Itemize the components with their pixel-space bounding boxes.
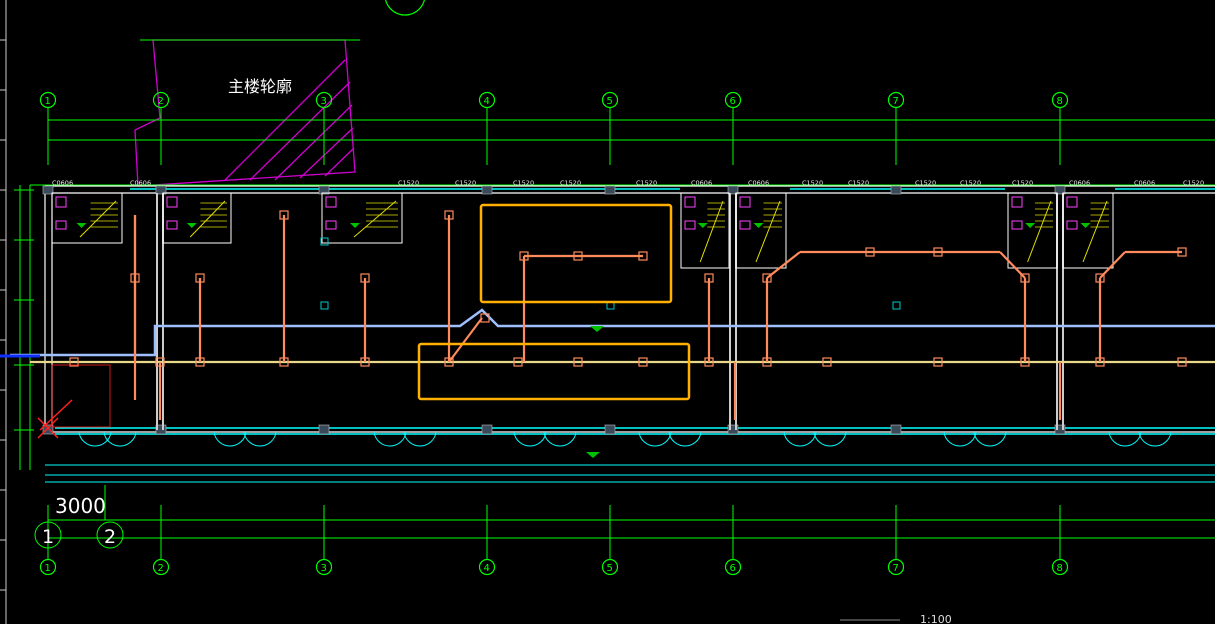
scale-label: 1:100: [920, 613, 952, 624]
overlay-axis-2: 2: [104, 526, 116, 548]
window-label: C1520: [1012, 179, 1033, 187]
window-label: C1520: [636, 179, 657, 187]
window-label: C1520: [848, 179, 869, 187]
overlay-dimension: 3000: [55, 494, 106, 518]
column-bottom: [318, 424, 330, 435]
axis-label-top: 5: [607, 96, 613, 107]
axis-label-top: 4: [484, 96, 490, 107]
column-bottom: [890, 424, 902, 435]
axis-label-top: 1: [45, 96, 51, 107]
overlay-axis-1: 1: [42, 526, 54, 548]
axis-label-top: 8: [1057, 96, 1063, 107]
window-label: C0606: [52, 179, 73, 187]
column-top: [890, 185, 902, 195]
axis-label-top: 6: [730, 96, 736, 107]
axis-label-bottom: 6: [730, 563, 736, 574]
axis-label-top: 2: [158, 96, 164, 107]
window-label: C0606: [130, 179, 151, 187]
column-bottom: [604, 424, 616, 435]
axis-label-top: 3: [321, 96, 327, 107]
axis-label-bottom: 1: [45, 563, 51, 574]
column-top: [481, 185, 493, 195]
window-label: C1520: [915, 179, 936, 187]
window-label: C1520: [455, 179, 476, 187]
window-label: C0606: [1134, 179, 1155, 187]
window-label: C1520: [513, 179, 534, 187]
column-bottom: [481, 424, 493, 435]
axis-label-bottom: 4: [484, 563, 490, 574]
window-label: C0606: [748, 179, 769, 187]
axis-label-bottom: 8: [1057, 563, 1063, 574]
window-label: C0606: [691, 179, 712, 187]
window-label: C1520: [960, 179, 981, 187]
window-label: C1520: [802, 179, 823, 187]
column-top: [604, 185, 616, 195]
axis-label-bottom: 7: [893, 563, 899, 574]
window-label: C1520: [398, 179, 419, 187]
axis-label-bottom: 5: [607, 563, 613, 574]
axis-label-bottom: 2: [158, 563, 164, 574]
window-label: C0606: [1069, 179, 1090, 187]
axis-label-top: 7: [893, 96, 899, 107]
window-label: C1520: [1183, 179, 1204, 187]
cad-floor-plan-canvas[interactable]: 主楼轮廓 1 1 2 2 3 3 4 4 5 5 6 6 7 7 8 8 3000 1 2 C0606 C06…: [0, 0, 1215, 624]
main-outline-label: 主楼轮廓: [228, 77, 292, 96]
window-label: C1520: [560, 179, 581, 187]
axis-label-bottom: 3: [321, 563, 327, 574]
